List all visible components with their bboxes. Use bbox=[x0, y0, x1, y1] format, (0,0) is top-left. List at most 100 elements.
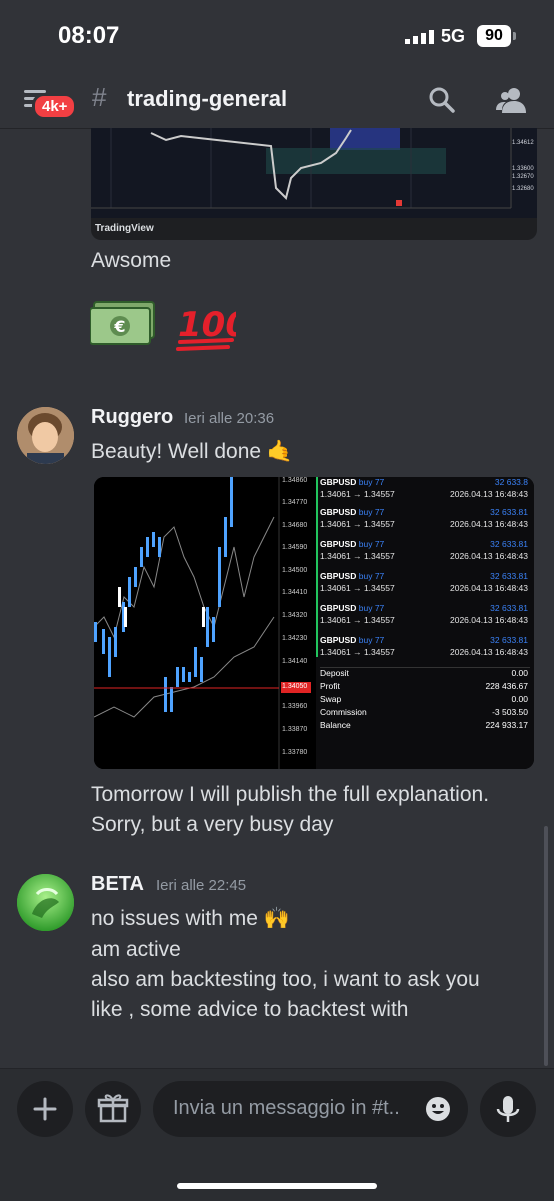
summary-row: Deposit 0.00 bbox=[320, 668, 530, 681]
channel-header: 4k+ # trading-general bbox=[0, 70, 554, 129]
trade-pnl: 32 633.81 bbox=[490, 539, 528, 549]
embed-price: 1.34612 bbox=[512, 140, 534, 146]
embed-provider: TradingView bbox=[95, 223, 154, 234]
image-attachment[interactable]: 1.34860 1.34770 1.34680 1.34590 1.34500 … bbox=[94, 477, 534, 769]
hash-icon: # bbox=[92, 82, 107, 112]
summary-value: 0.00 bbox=[511, 668, 528, 678]
summary-label: Balance bbox=[320, 720, 351, 730]
summary-value: -3 503.50 bbox=[492, 707, 528, 717]
trade-direction: buy 77 bbox=[358, 477, 385, 487]
message-text: no issues with me 🙌 bbox=[91, 907, 290, 930]
price-level: 1.34860 bbox=[282, 477, 308, 484]
battery-icon: 90 bbox=[477, 25, 516, 47]
message-text: like , some advice to backtest with bbox=[91, 998, 409, 1021]
message-text: Tomorrow I will publish the full explana… bbox=[91, 783, 490, 806]
price-level: 1.33780 bbox=[282, 749, 308, 756]
summary-value: 224 933.17 bbox=[485, 720, 528, 730]
trade-date: 2026.04.13 16:48:43 bbox=[450, 489, 528, 499]
members-icon[interactable] bbox=[496, 86, 526, 114]
avatar[interactable] bbox=[17, 874, 74, 931]
trade-symbol: GBPUSD bbox=[320, 635, 357, 645]
price-level: 1.34320 bbox=[282, 612, 308, 619]
embed-price: 1.32670 bbox=[512, 174, 534, 180]
summary-label: Deposit bbox=[320, 668, 349, 678]
avatar[interactable] bbox=[17, 407, 74, 464]
price-level: 1.33870 bbox=[282, 726, 308, 733]
summary-label: Swap bbox=[320, 694, 342, 704]
trade-prices: 1.34061 → 1.34557 bbox=[320, 647, 395, 657]
trade-direction: buy 77 bbox=[358, 635, 385, 645]
trade-symbol: GBPUSD bbox=[320, 571, 357, 581]
trade-date: 2026.04.13 16:48:43 bbox=[450, 583, 528, 593]
trade-row: GBPUSD buy 77 32 633.81 1.34061 → 1.3455… bbox=[320, 539, 530, 569]
gift-button[interactable] bbox=[85, 1081, 141, 1137]
embed-chart bbox=[91, 128, 537, 218]
message-timestamp: Ieri alle 20:36 bbox=[184, 410, 275, 427]
trade-prices: 1.34061 → 1.34557 bbox=[320, 551, 395, 561]
euro-banknote-icon: € bbox=[90, 301, 155, 345]
trade-row: GBPUSD buy 77 32 633.81 1.34061 → 1.3455… bbox=[320, 603, 530, 633]
price-level: 1.34500 bbox=[282, 567, 308, 574]
message-composer: Invia un messaggio in #t.. bbox=[0, 1068, 554, 1201]
trade-date: 2026.04.13 16:48:43 bbox=[450, 647, 528, 657]
trade-row: GBPUSD buy 77 32 633.81 1.34061 → 1.3455… bbox=[320, 507, 530, 537]
trade-direction: buy 77 bbox=[358, 603, 385, 613]
plus-icon bbox=[33, 1097, 57, 1121]
trade-pnl: 32 633.81 bbox=[490, 507, 528, 517]
hundred-points-icon: 100 bbox=[176, 305, 236, 351]
notification-badge: 4k+ bbox=[32, 93, 78, 120]
message-text: Sorry, but a very busy day bbox=[91, 813, 334, 836]
trade-pnl: 32 633.8 bbox=[494, 477, 528, 487]
message-timestamp: Ieri alle 22:45 bbox=[156, 877, 247, 894]
emoji-icon[interactable] bbox=[425, 1096, 451, 1122]
message-author[interactable]: BETA bbox=[91, 873, 144, 896]
network-label: 5G bbox=[441, 26, 466, 46]
signal-icon bbox=[405, 30, 434, 44]
status-time: 08:07 bbox=[58, 22, 120, 49]
add-attachment-button[interactable] bbox=[17, 1081, 73, 1137]
message-text: Awsome bbox=[91, 249, 172, 272]
message-text: Beauty! Well done 🤙 bbox=[91, 440, 294, 463]
trade-direction: buy 77 bbox=[358, 571, 385, 581]
trade-history: GBPUSD buy 77 32 633.8 1.34061 → 1.34557… bbox=[316, 477, 534, 769]
tradingview-embed[interactable]: TradingView 1.34612 1.33600 1.32670 1.32… bbox=[91, 128, 537, 240]
trade-pnl: 32 633.81 bbox=[490, 603, 528, 613]
summary-row: Commission -3 503.50 bbox=[320, 707, 530, 720]
trade-symbol: GBPUSD bbox=[320, 507, 357, 517]
summary-row: Swap 0.00 bbox=[320, 694, 530, 707]
summary-label: Commission bbox=[320, 707, 367, 717]
price-level: 1.34590 bbox=[282, 544, 308, 551]
embed-price: 1.32680 bbox=[512, 186, 534, 192]
trading-chart: 1.34860 1.34770 1.34680 1.34590 1.34500 … bbox=[94, 477, 312, 769]
svg-text:€: € bbox=[113, 317, 125, 336]
trade-direction: buy 77 bbox=[358, 507, 385, 517]
trade-date: 2026.04.13 16:48:43 bbox=[450, 551, 528, 561]
trade-prices: 1.34061 → 1.34557 bbox=[320, 489, 395, 499]
trade-symbol: GBPUSD bbox=[320, 477, 357, 487]
channel-title[interactable]: trading-general bbox=[127, 86, 287, 112]
trade-symbol: GBPUSD bbox=[320, 539, 357, 549]
price-level: 1.34770 bbox=[282, 499, 308, 506]
message-input[interactable]: Invia un messaggio in #t.. bbox=[153, 1081, 468, 1137]
trade-row: GBPUSD buy 77 32 633.8 1.34061 → 1.34557… bbox=[320, 477, 530, 507]
home-indicator[interactable] bbox=[177, 1183, 377, 1189]
voice-message-button[interactable] bbox=[480, 1081, 536, 1137]
trade-row: GBPUSD buy 77 32 633.81 1.34061 → 1.3455… bbox=[320, 635, 530, 665]
price-level: 1.33960 bbox=[282, 703, 308, 710]
message-input-placeholder: Invia un messaggio in #t.. bbox=[173, 1097, 400, 1119]
trade-prices: 1.34061 → 1.34557 bbox=[320, 583, 395, 593]
trade-pnl: 32 633.81 bbox=[490, 571, 528, 581]
summary-row: Balance 224 933.17 bbox=[320, 720, 530, 733]
price-level: 1.34410 bbox=[282, 589, 308, 596]
message-author[interactable]: Ruggero bbox=[91, 406, 173, 429]
price-level: 1.34230 bbox=[282, 635, 308, 642]
summary-value: 228 436.67 bbox=[485, 681, 528, 691]
price-level: 1.34050 bbox=[282, 683, 308, 690]
price-level: 1.34140 bbox=[282, 658, 308, 665]
trade-symbol: GBPUSD bbox=[320, 603, 357, 613]
trade-prices: 1.34061 → 1.34557 bbox=[320, 519, 395, 529]
message-text: am active bbox=[91, 938, 181, 961]
summary-label: Profit bbox=[320, 681, 340, 691]
search-icon[interactable] bbox=[428, 86, 456, 114]
scrollbar[interactable] bbox=[544, 826, 548, 1066]
